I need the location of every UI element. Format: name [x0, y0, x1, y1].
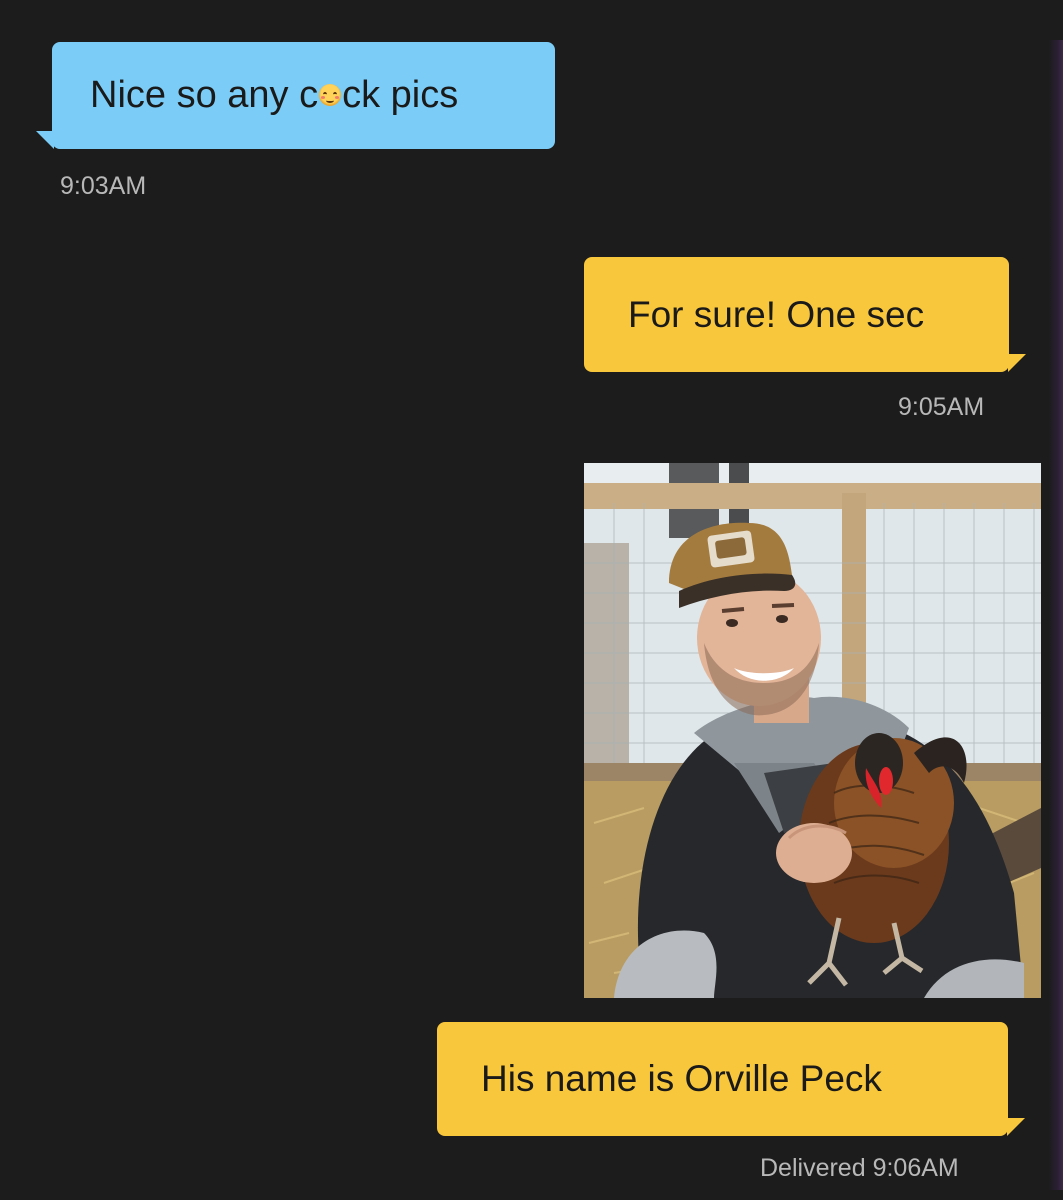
message-timestamp: 9:03AM — [60, 172, 147, 200]
incoming-bubble-tail — [36, 131, 54, 149]
incoming-message-bubble[interactable]: Nice so any c ck pics — [52, 42, 555, 149]
message-timestamp: 9:06AM — [872, 1154, 959, 1182]
chat-screen: Nice so any c ck pics 9:03AM For sure! On… — [0, 0, 1063, 1200]
outgoing-message-bubble[interactable]: For sure! One sec — [584, 257, 1009, 372]
smiling-face-with-hearts-emoji-icon — [319, 83, 342, 106]
window-edge — [1049, 40, 1063, 1190]
message-timestamp: 9:05AM — [898, 393, 985, 421]
message-text: His name is Orville Peck — [481, 1058, 882, 1099]
outgoing-bubble-tail — [1008, 354, 1026, 372]
outgoing-bubble-tail — [1007, 1118, 1025, 1136]
message-text-part-1: Nice so any c — [90, 74, 319, 116]
message-text-part-2: ck pics — [342, 74, 459, 116]
photo-illustration — [584, 463, 1041, 998]
message-text: For sure! One sec — [628, 293, 925, 335]
delivery-status: Delivered 9:06AM — [760, 1154, 959, 1183]
delivered-label: Delivered — [760, 1154, 866, 1182]
outgoing-message-bubble[interactable]: His name is Orville Peck — [437, 1022, 1008, 1136]
photo-man-holding-chicken[interactable] — [584, 463, 1041, 998]
